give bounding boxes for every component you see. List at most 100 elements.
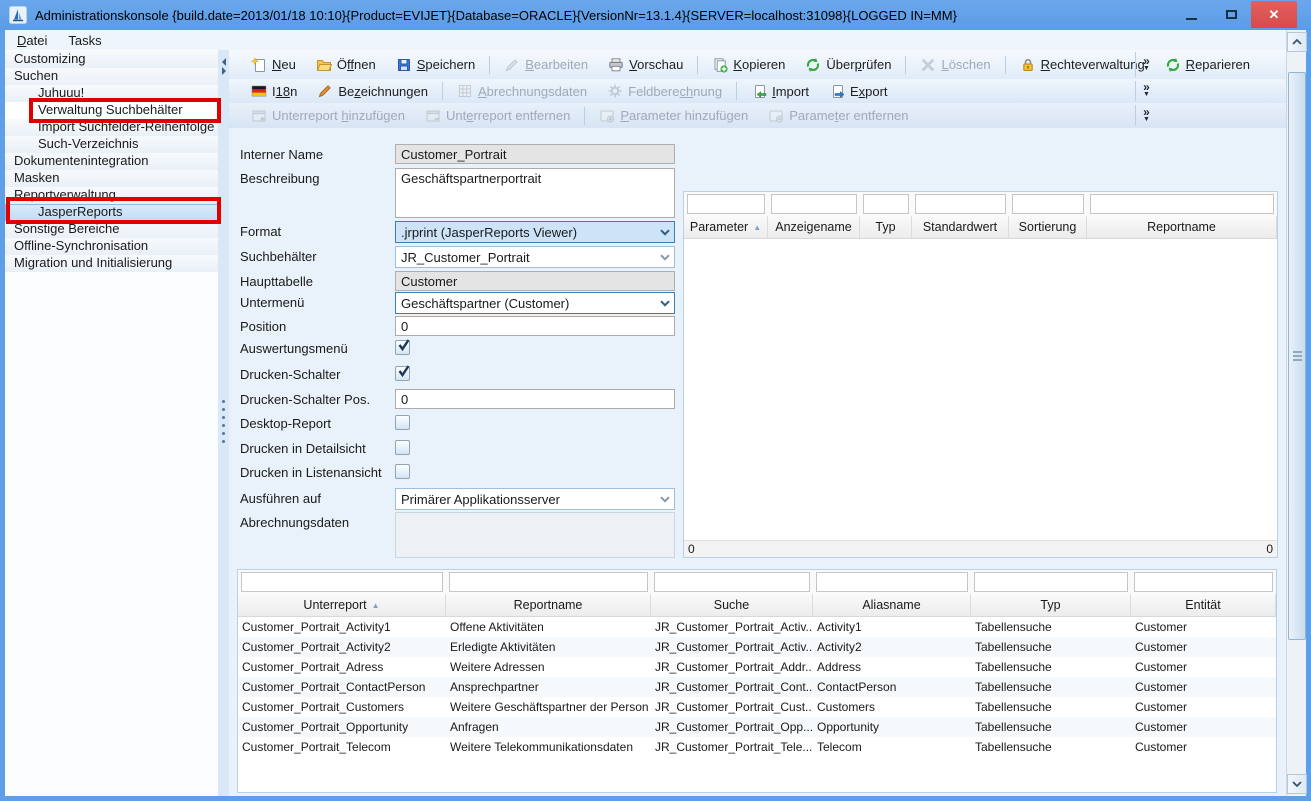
column-header-anzeigename[interactable]: Anzeigename	[768, 216, 860, 238]
toolbar-button-vorschau[interactable]: Vorschau	[598, 53, 693, 77]
menu-tasks[interactable]: Tasks	[65, 32, 104, 49]
vertical-scrollbar[interactable]	[1286, 30, 1306, 796]
parameter-table-body	[684, 239, 1277, 540]
table-row[interactable]: Customer_Portrait_Activity2Erledigte Akt…	[238, 637, 1276, 657]
filter-input-entität[interactable]	[1134, 572, 1273, 592]
table-row[interactable]: Customer_Portrait_OpportunityAnfragenJR_…	[238, 717, 1276, 737]
filter-input-typ[interactable]	[863, 194, 909, 214]
field-drucken-schalter-pos[interactable]: 0	[395, 389, 675, 409]
toolbar-button-export[interactable]: Export	[819, 79, 898, 103]
toolbar-overflow-button[interactable]: »▼	[1135, 105, 1150, 126]
field-position[interactable]: 0	[395, 316, 675, 336]
table-cell: Customer	[1131, 660, 1276, 674]
checkbox-drucken-schalter[interactable]	[395, 366, 410, 381]
table-row[interactable]: Customer_Portrait_ContactPersonAnsprechp…	[238, 677, 1276, 697]
field-label-drucken-in-listenansicht: Drucken in Listenansicht	[240, 465, 382, 480]
table-cell: Customer	[1131, 700, 1276, 714]
sidebar-item-suchen[interactable]: Suchen	[5, 68, 218, 85]
checkbox-drucken-in-detailsicht[interactable]	[395, 440, 410, 455]
toolbar-button-reparieren[interactable]: Reparieren	[1155, 53, 1260, 77]
filter-input-reportname[interactable]	[449, 572, 648, 592]
minimize-button[interactable]	[1171, 1, 1211, 28]
table-row[interactable]: Customer_Portrait_AdressWeitere Adressen…	[238, 657, 1276, 677]
column-header-entität[interactable]: Entität	[1131, 594, 1276, 616]
toolbar-button-überprüfen[interactable]: Überprüfen	[795, 53, 901, 77]
maximize-icon	[1226, 10, 1237, 19]
close-button[interactable]: ✕	[1251, 1, 1297, 28]
filter-input-suche[interactable]	[654, 572, 810, 592]
menu-datei[interactable]: Datei	[14, 32, 50, 49]
filter-input-parameter[interactable]	[687, 194, 765, 214]
toolbar-button-rechteverwaltung[interactable]: Rechteverwaltung	[1010, 53, 1155, 77]
checkbox-desktop-report[interactable]	[395, 415, 410, 430]
sidebar-item-dokumentenintegration[interactable]: Dokumentenintegration	[5, 153, 218, 170]
chevron-down-icon	[1292, 781, 1302, 787]
table-row[interactable]: Customer_Portrait_TelecomWeitere Telekom…	[238, 737, 1276, 757]
export-arrow-icon	[829, 83, 845, 99]
field-interner-name: Customer_Portrait	[395, 144, 675, 164]
table-cell: JR_Customer_Portrait_Tele...	[651, 740, 813, 754]
filter-input-anzeigename[interactable]	[771, 194, 857, 214]
sidebar-item-masken[interactable]: Masken	[5, 170, 218, 187]
filter-input-aliasname[interactable]	[816, 572, 968, 592]
filter-input-reportname[interactable]	[1090, 194, 1274, 214]
checkbox-auswertungsmenü[interactable]	[395, 340, 410, 355]
column-header-typ[interactable]: Typ	[860, 216, 912, 238]
field-beschreibung[interactable]: Geschäftspartnerportrait	[395, 168, 675, 218]
toolbar-button-kopieren[interactable]: Kopieren	[702, 53, 795, 77]
toolbar-separator	[697, 56, 698, 74]
toolbar-button-öffnen[interactable]: Öffnen	[306, 53, 386, 77]
toolbar-button-bezeichnungen[interactable]: Bezeichnungen	[307, 79, 438, 103]
toolbar-row-3: Unterreport hinzufügenUnterreport entfer…	[229, 103, 1286, 128]
sidebar-item-such-verzeichnis[interactable]: Such-Verzeichnis	[5, 136, 218, 153]
table-row[interactable]: Customer_Portrait_CustomersWeitere Gesch…	[238, 697, 1276, 717]
maximize-button[interactable]	[1211, 1, 1251, 28]
sidebar-item-customizing[interactable]: Customizing	[5, 51, 218, 68]
collapse-right-icon[interactable]	[222, 67, 226, 75]
sidebar-item-import-suchfelder-reihenfolge[interactable]: Import Suchfelder-Reihenfolge	[5, 119, 218, 136]
toolbar-button-i18n[interactable]: I18n	[241, 79, 307, 103]
toolbar-overflow-button[interactable]: »▼	[1135, 52, 1150, 77]
subreport-table-body: Customer_Portrait_Activity1Offene Aktivi…	[238, 617, 1276, 792]
column-header-unterreport[interactable]: Unterreport▲	[238, 594, 446, 616]
checkbox-drucken-in-listenansicht[interactable]	[395, 464, 410, 479]
column-header-parameter[interactable]: Parameter▲	[684, 216, 768, 238]
table-row[interactable]: Customer_Portrait_Activity1Offene Aktivi…	[238, 617, 1276, 637]
combobox-format[interactable]: .jrprint (JasperReports Viewer)	[395, 221, 675, 243]
table-cell: Tabellensuche	[971, 680, 1131, 694]
gear-icon	[607, 83, 623, 99]
sidebar-item-juhuuu[interactable]: Juhuuu!	[5, 85, 218, 102]
column-header-reportname[interactable]: Reportname	[1087, 216, 1277, 238]
combobox-ausführen-auf[interactable]: Primärer Applikationsserver	[395, 488, 675, 510]
scroll-up-button[interactable]	[1287, 32, 1307, 52]
sidebar-item-jasperreports[interactable]: JasperReports	[5, 204, 218, 221]
collapse-left-icon[interactable]	[222, 58, 226, 66]
filter-input-typ[interactable]	[974, 572, 1128, 592]
combobox-untermenü[interactable]: Geschäftspartner (Customer)	[395, 292, 675, 314]
toolbar-button-speichern[interactable]: Speichern	[386, 53, 486, 77]
toolbar-button-import[interactable]: Import	[741, 79, 819, 103]
filter-input-unterreport[interactable]	[241, 572, 443, 592]
sidebar-item-verwaltung-suchbehälter[interactable]: Verwaltung Suchbehälter	[5, 102, 218, 119]
sidebar-item-sonstige-bereiche[interactable]: Sonstige Bereiche	[5, 221, 218, 238]
filter-input-sortierung[interactable]	[1012, 194, 1084, 214]
toolbar-button-bearbeiten: Bearbeiten	[494, 53, 598, 77]
sidebar-item-offline-synchronisation[interactable]: Offline-Synchronisation	[5, 238, 218, 255]
combobox-suchbehälter[interactable]: JR_Customer_Portrait	[395, 246, 675, 268]
column-header-aliasname[interactable]: Aliasname	[813, 594, 971, 616]
toolbar-button-neu[interactable]: Neu	[241, 53, 306, 77]
column-header-standardwert[interactable]: Standardwert	[912, 216, 1009, 238]
table-cell: Customer_Portrait_Activity2	[238, 640, 446, 654]
sidebar-item-migration-und-initialisierung[interactable]: Migration und Initialisierung	[5, 255, 218, 272]
sidebar-item-reportverwaltung[interactable]: Reportverwaltung	[5, 187, 218, 204]
toolbar-overflow-button[interactable]: »▼	[1135, 81, 1150, 101]
column-header-typ[interactable]: Typ	[971, 594, 1131, 616]
scroll-down-button[interactable]	[1287, 774, 1307, 794]
table-cell: Customers	[813, 700, 971, 714]
filter-input-standardwert[interactable]	[915, 194, 1006, 214]
sidebar-splitter[interactable]	[218, 50, 229, 796]
scrollbar-thumb[interactable]	[1288, 72, 1306, 640]
column-header-sortierung[interactable]: Sortierung	[1009, 216, 1087, 238]
column-header-suche[interactable]: Suche	[651, 594, 813, 616]
column-header-reportname[interactable]: Reportname	[446, 594, 651, 616]
